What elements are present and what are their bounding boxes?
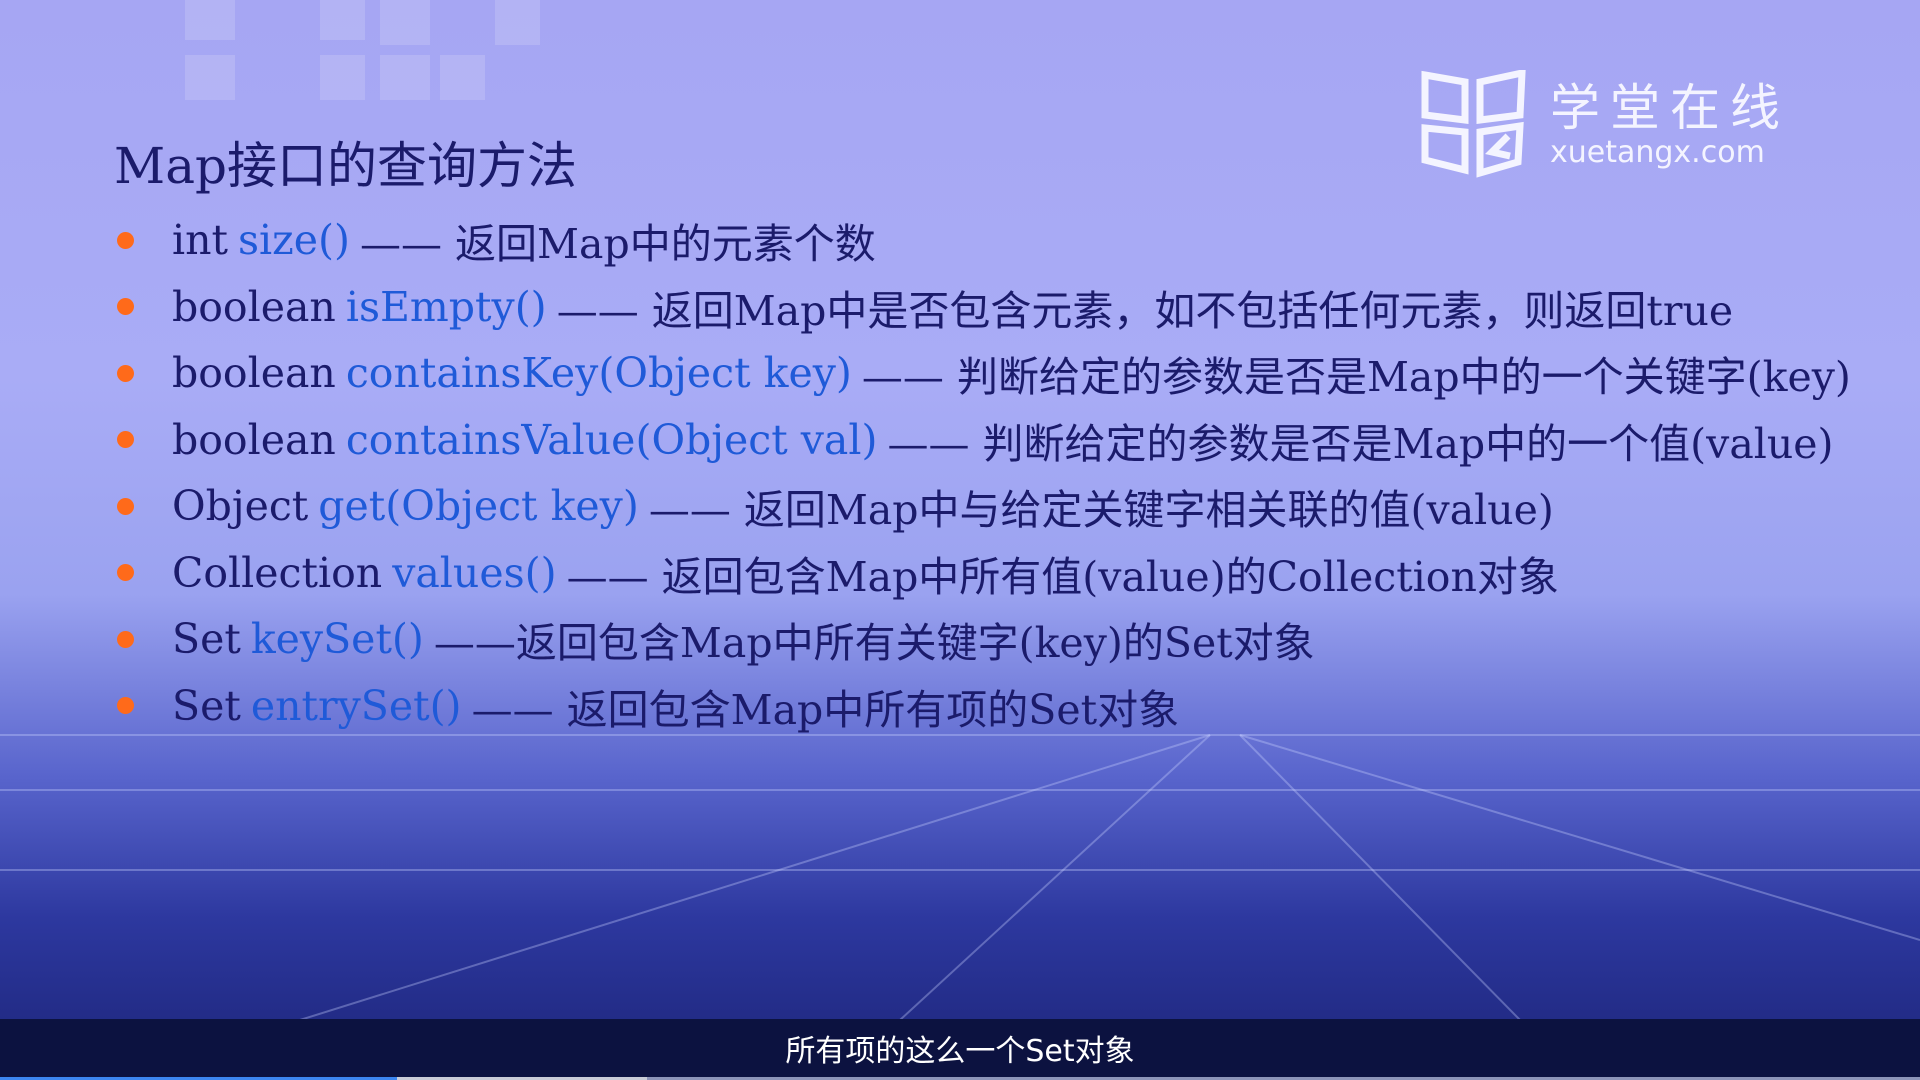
method-desc: —— 返回Map中的元素个数	[360, 220, 876, 269]
xuetangx-logo: 学堂在线 xuetangx.com	[1420, 70, 1790, 180]
bullet-icon	[117, 630, 134, 648]
logo-domain: xuetangx.com	[1550, 135, 1765, 170]
bullet-icon	[117, 231, 134, 249]
slide-title: Map接口的查询方法	[114, 137, 578, 195]
method-name: isEmpty()	[345, 282, 547, 331]
list-item: boolean containsKey(Object key) —— 判断给定的参数…	[114, 340, 1851, 407]
list-item: Set entrySet() —— 返回包含Map中所有项的Set对象	[114, 673, 1851, 740]
return-type: boolean	[172, 415, 336, 464]
subtitle-bar: 所有项的这么一个Set对象	[0, 1019, 1920, 1077]
method-list: int size() —— 返回Map中的元素个数 boolean isEmpty()…	[114, 207, 1851, 739]
bullet-icon	[117, 497, 134, 515]
return-type: Collection	[172, 548, 383, 597]
method-name: values()	[392, 548, 557, 597]
method-name: get(Object key)	[318, 482, 639, 531]
return-type: Set	[172, 615, 241, 664]
list-item: Object get(Object key) —— 返回Map中与给定关键字相关联的…	[114, 473, 1851, 540]
logo-chinese: 学堂在线	[1550, 79, 1790, 137]
method-desc: —— 判断给定的参数是否是Map中的一个值(value)	[887, 419, 1834, 468]
list-item: Collection values() —— 返回包含Map中所有值(value)的…	[114, 540, 1851, 607]
list-item: Set keySet() ——返回包含Map中所有关键字(key)的Set对象	[114, 606, 1851, 673]
bullet-icon	[117, 364, 134, 382]
method-name: containsValue(Object val)	[345, 415, 878, 464]
bullet-icon	[117, 697, 134, 715]
list-item: boolean isEmpty() —— 返回Map中是否包含元素，如不包括任何元素…	[114, 274, 1851, 341]
return-type: Set	[172, 681, 241, 730]
return-type: int	[172, 216, 228, 265]
method-desc: —— 返回Map中与给定关键字相关联的值(value)	[648, 486, 1554, 535]
return-type: Object	[172, 482, 309, 531]
list-item: boolean containsValue(Object val) —— 判断给定的…	[114, 407, 1851, 474]
method-name: keySet()	[250, 615, 424, 664]
bullet-icon	[117, 431, 134, 449]
method-name: size()	[238, 216, 351, 265]
method-name: containsKey(Object key)	[345, 349, 852, 398]
method-desc: —— 返回包含Map中所有项的Set对象	[471, 685, 1180, 734]
subtitle-text: 所有项的这么一个Set对象	[785, 1034, 1135, 1069]
method-desc: —— 返回包含Map中所有值(value)的Collection对象	[566, 552, 1559, 601]
method-name: entrySet()	[250, 681, 462, 730]
method-desc: —— 判断给定的参数是否是Map中的一个关键字(key)	[861, 353, 1851, 402]
return-type: boolean	[172, 349, 336, 398]
return-type: boolean	[172, 282, 336, 331]
method-desc: —— 返回Map中是否包含元素，如不包括任何元素，则返回true	[556, 286, 1734, 335]
bullet-icon	[117, 564, 134, 582]
method-desc: ——返回包含Map中所有关键字(key)的Set对象	[433, 619, 1315, 668]
bullet-icon	[117, 298, 134, 316]
book-logo-icon	[1421, 70, 1526, 178]
list-item: int size() —— 返回Map中的元素个数	[114, 207, 1851, 274]
